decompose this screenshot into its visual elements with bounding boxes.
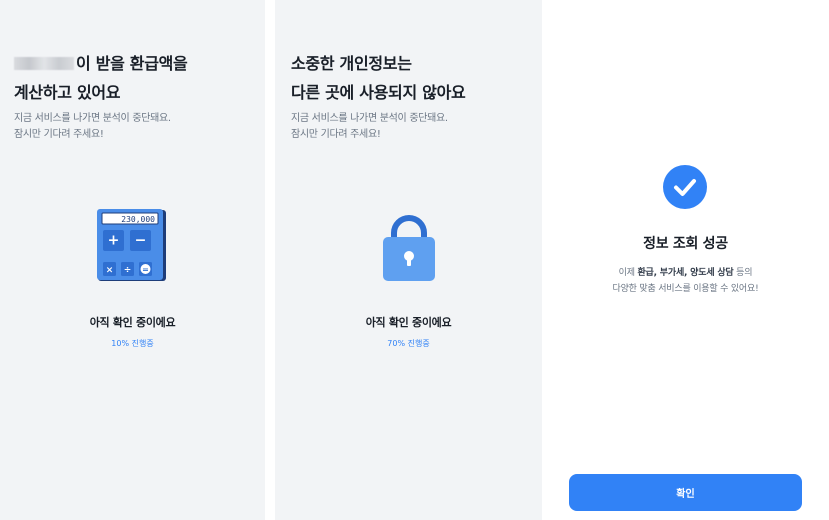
privacy-subtitle: 지금 서비스를 나가면 분석이 중단돼요. 잠시만 기다려 주세요! xyxy=(291,111,448,143)
calculator-display: 230,000 xyxy=(121,215,155,224)
calculating-panel: 이 받을 환급액을 계산하고 있어요 지금 서비스를 나가면 분석이 중단돼요.… xyxy=(0,0,265,520)
desc-highlight: 환급, 부가세, 양도세 상담 xyxy=(637,268,734,278)
calculator-key-multiply: × xyxy=(106,266,114,276)
title-line-2: 계산하고 있어요 xyxy=(14,83,121,102)
calculator-key-plus: + xyxy=(108,233,120,249)
desc-line-1: 이제 환급, 부가세, 양도세 상담 등의 xyxy=(542,265,829,281)
title-line-1: 이 받을 환급액을 xyxy=(14,49,188,78)
calculator-key-minus: − xyxy=(135,233,147,249)
status-text: 아직 확인 중이에요 xyxy=(89,316,176,329)
calculator-key-divide: ÷ xyxy=(124,266,132,276)
subtitle-line-1: 지금 서비스를 나가면 분석이 중단돼요. xyxy=(14,113,171,124)
progress-text: 70% 진행중 xyxy=(387,339,430,348)
confirm-button[interactable]: 확인 xyxy=(569,474,802,511)
subtitle-line-2: 잠시만 기다려 주세요! xyxy=(291,129,381,140)
check-circle-icon xyxy=(663,165,707,209)
desc-prefix: 이제 xyxy=(618,268,638,278)
lock-icon xyxy=(383,215,435,281)
subtitle-line-1: 지금 서비스를 나가면 분석이 중단돼요. xyxy=(291,113,448,124)
calculating-title: 이 받을 환급액을 계산하고 있어요 xyxy=(14,49,188,107)
calculator-key-equals: = xyxy=(142,265,149,274)
success-title: 정보 조회 성공 xyxy=(643,236,728,252)
subtitle-line-2: 잠시만 기다려 주세요! xyxy=(14,129,104,140)
calculator-icon: 230,000 + − × ÷ = xyxy=(97,209,166,281)
progress-text: 10% 진행중 xyxy=(111,339,154,348)
privacy-title: 소중한 개인정보는 다른 곳에 사용되지 않아요 xyxy=(291,49,466,107)
desc-suffix: 등의 xyxy=(733,268,753,278)
success-description: 이제 환급, 부가세, 양도세 상담 등의 다양한 맞춤 서비스를 이용할 수 … xyxy=(542,265,829,297)
title-line-1-text: 이 받을 환급액을 xyxy=(76,54,188,73)
calculating-subtitle: 지금 서비스를 나가면 분석이 중단돼요. 잠시만 기다려 주세요! xyxy=(14,111,171,143)
desc-line-2: 다양한 맞춤 서비스를 이용할 수 있어요! xyxy=(612,284,759,294)
redacted-name xyxy=(14,57,74,70)
status-text: 아직 확인 중이에요 xyxy=(365,316,452,329)
title-line-2: 다른 곳에 사용되지 않아요 xyxy=(291,83,466,102)
success-panel: 정보 조회 성공 이제 환급, 부가세, 양도세 상담 등의 다양한 맞춤 서비… xyxy=(542,0,829,520)
title-line-1: 소중한 개인정보는 xyxy=(291,54,412,73)
privacy-panel: 소중한 개인정보는 다른 곳에 사용되지 않아요 지금 서비스를 나가면 분석이… xyxy=(275,0,542,520)
